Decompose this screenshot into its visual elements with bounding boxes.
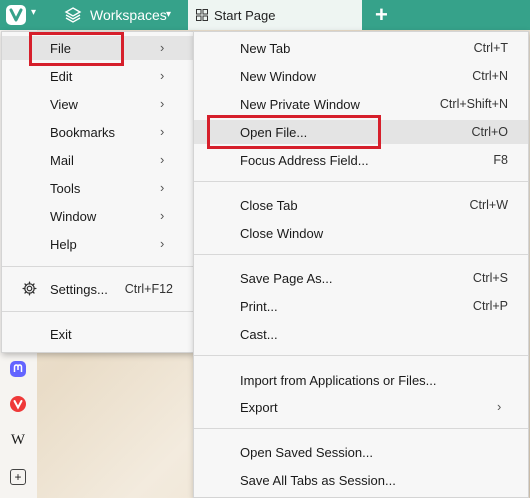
menu-item-print[interactable]: Print... Ctrl+P (194, 294, 528, 318)
shortcut-label: F8 (493, 153, 508, 167)
highlight-box-file (29, 32, 124, 66)
vivaldi-menu-button[interactable] (6, 5, 26, 25)
start-page-grid-icon (196, 9, 208, 21)
vivaldi-panel-icon (10, 396, 26, 412)
menu-item-focus-address-field[interactable]: Focus Address Field... F8 (194, 148, 528, 172)
menu-item-window[interactable]: Window › (2, 204, 193, 228)
chevron-right-icon: › (160, 208, 165, 223)
menu-item-label: Cast... (240, 327, 278, 342)
wikipedia-panel-button[interactable]: W (8, 430, 28, 450)
menu-divider (194, 181, 528, 182)
menu-item-label: Help (50, 237, 77, 252)
menu-item-label: New Tab (240, 41, 291, 56)
tab-bar: ▾ Workspaces ▾ Start Page + (0, 0, 530, 30)
menu-item-tools[interactable]: Tools › (2, 176, 193, 200)
menu-item-label: New Private Window (240, 97, 360, 112)
workspaces-dropdown-icon[interactable]: ▾ (166, 9, 171, 20)
menu-item-label: Focus Address Field... (240, 153, 369, 168)
menu-item-label: Save Page As... (240, 271, 333, 286)
menu-item-export[interactable]: Export › (194, 395, 528, 419)
menu-item-mail[interactable]: Mail › (2, 148, 193, 172)
shortcut-label: Ctrl+S (472, 271, 508, 285)
menu-item-close-window[interactable]: Close Window (194, 221, 528, 245)
menu-item-cast[interactable]: Cast... (194, 322, 528, 346)
menu-divider (194, 254, 528, 255)
menu-item-label: Bookmarks (50, 125, 116, 140)
shortcut-label: Ctrl+N (472, 69, 508, 83)
menu-item-label: Mail (50, 153, 74, 168)
menu-item-label: Settings... (50, 282, 108, 297)
shortcut-label: Ctrl+Shift+N (439, 97, 508, 111)
menu-item-label: View (50, 97, 78, 112)
menu-item-label: Import from Applications or Files... (240, 373, 437, 388)
main-menu: File › Edit › View › Bookmarks › Mail › … (1, 31, 194, 353)
menu-item-label: Tools (50, 181, 81, 196)
menu-item-label: Window (50, 209, 97, 224)
workspaces-button[interactable]: Workspaces (90, 7, 167, 23)
shortcut-label: Ctrl+T (473, 41, 508, 55)
menu-divider (2, 311, 193, 312)
chevron-right-icon: › (160, 180, 165, 195)
tab-title: Start Page (214, 8, 276, 23)
shortcut-label: Ctrl+O (471, 125, 508, 139)
menu-item-new-window[interactable]: New Window Ctrl+N (194, 64, 528, 88)
menu-item-label: Close Tab (240, 198, 298, 213)
vivaldi-panel-button[interactable] (8, 394, 28, 414)
file-submenu: New Tab Ctrl+T New Window Ctrl+N New Pri… (193, 31, 529, 498)
menu-item-close-tab[interactable]: Close Tab Ctrl+W (194, 193, 528, 217)
shortcut-label: Ctrl+W (469, 198, 508, 212)
chevron-right-icon: › (160, 96, 165, 111)
tab-start-page[interactable]: Start Page (188, 0, 362, 30)
menu-item-open-saved-session[interactable]: Open Saved Session... (194, 440, 528, 464)
mastodon-panel-button[interactable] (8, 359, 28, 379)
menu-divider (194, 355, 528, 356)
chevron-right-icon: › (160, 124, 165, 139)
chevron-right-icon: › (160, 236, 165, 251)
menu-item-settings[interactable]: Settings... Ctrl+F12 (2, 277, 193, 301)
menu-item-new-private-window[interactable]: New Private Window Ctrl+Shift+N (194, 92, 528, 116)
menu-item-import[interactable]: Import from Applications or Files... (194, 368, 528, 392)
menu-item-bookmarks[interactable]: Bookmarks › (2, 120, 193, 144)
add-panel-button[interactable]: + (8, 467, 28, 487)
menu-item-label: Exit (50, 327, 72, 342)
chevron-right-icon: › (160, 68, 165, 83)
vivaldi-menu-dropdown-icon[interactable]: ▾ (31, 7, 36, 18)
mastodon-icon (10, 361, 26, 377)
workspaces-icon (64, 7, 82, 23)
menu-divider (194, 428, 528, 429)
new-tab-button[interactable]: + (375, 2, 388, 28)
chevron-right-icon: › (160, 40, 165, 55)
menu-item-label: Edit (50, 69, 73, 84)
highlight-box-open-file (207, 115, 381, 149)
menu-item-label: Export (240, 400, 278, 415)
menu-item-help[interactable]: Help › (2, 232, 193, 256)
chevron-right-icon: › (497, 399, 502, 414)
shortcut-label: Ctrl+P (472, 299, 508, 313)
shortcut-label: Ctrl+F12 (124, 282, 173, 296)
menu-item-label: New Window (240, 69, 316, 84)
menu-item-exit[interactable]: Exit (2, 322, 193, 346)
menu-item-edit[interactable]: Edit › (2, 64, 193, 88)
menu-item-label: Open Saved Session... (240, 445, 373, 460)
menu-item-label: Close Window (240, 226, 324, 241)
menu-item-view[interactable]: View › (2, 92, 193, 116)
wikipedia-icon: W (10, 431, 26, 448)
menu-item-new-tab[interactable]: New Tab Ctrl+T (194, 36, 528, 60)
menu-divider (2, 266, 193, 267)
menu-item-save-all-tabs-as-session[interactable]: Save All Tabs as Session... (194, 468, 528, 492)
vivaldi-logo-icon (9, 8, 23, 22)
chevron-right-icon: › (160, 152, 165, 167)
menu-item-label: Save All Tabs as Session... (240, 473, 396, 488)
menu-item-label: Print... (240, 299, 278, 314)
add-panel-icon: + (10, 469, 26, 485)
menu-item-save-page-as[interactable]: Save Page As... Ctrl+S (194, 266, 528, 290)
gear-icon (22, 281, 37, 296)
